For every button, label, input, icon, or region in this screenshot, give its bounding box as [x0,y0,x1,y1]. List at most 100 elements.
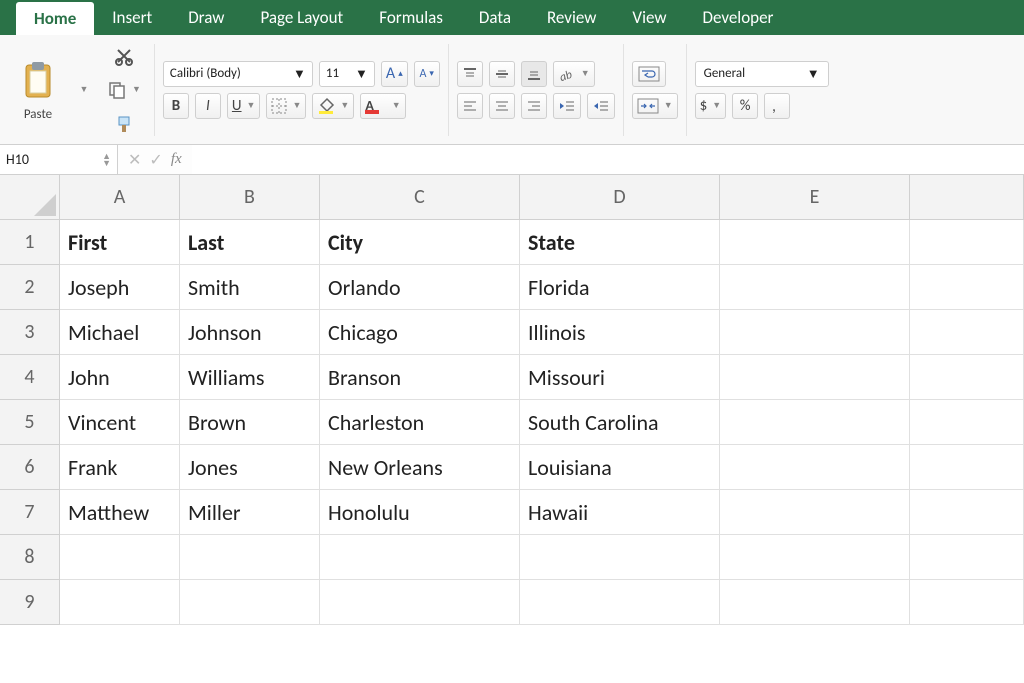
row-header[interactable]: 7 [0,490,60,535]
col-header-a[interactable]: A [60,175,180,220]
cell[interactable]: Missouri [520,355,720,400]
cell[interactable]: Honolulu [320,490,520,535]
col-header-e[interactable]: E [720,175,910,220]
cell[interactable]: Orlando [320,265,520,310]
cell[interactable] [180,535,320,580]
fill-color-button[interactable]: ▼ [312,93,354,119]
cell[interactable]: Johnson [180,310,320,355]
cell[interactable] [720,535,910,580]
cell[interactable]: Michael [60,310,180,355]
cell[interactable]: Chicago [320,310,520,355]
tab-formulas[interactable]: Formulas [361,0,461,35]
cell[interactable]: Louisiana [520,445,720,490]
cell[interactable] [910,220,1024,265]
cell[interactable] [720,445,910,490]
cell[interactable] [320,535,520,580]
cell[interactable] [520,580,720,625]
cell[interactable]: Vincent [60,400,180,445]
row-header[interactable]: 6 [0,445,60,490]
align-right-button[interactable] [521,93,547,119]
name-box[interactable]: H10 ▲▼ [0,145,118,174]
cell[interactable] [910,310,1024,355]
cell[interactable] [720,220,910,265]
spreadsheet-grid[interactable]: A B C D E 1 First Last City State 2 Jose… [0,175,1024,625]
align-center-button[interactable] [489,93,515,119]
cell[interactable]: Frank [60,445,180,490]
cell[interactable] [720,265,910,310]
cell[interactable] [720,400,910,445]
cell[interactable] [910,265,1024,310]
italic-button[interactable]: I [195,93,221,119]
cell[interactable] [180,580,320,625]
cell[interactable]: Joseph [60,265,180,310]
format-painter-button[interactable] [102,111,146,137]
row-header[interactable]: 9 [0,580,60,625]
cell[interactable]: Williams [180,355,320,400]
tab-data[interactable]: Data [461,0,529,35]
cell[interactable] [60,535,180,580]
fx-icon[interactable]: fx [171,151,182,168]
row-header[interactable]: 4 [0,355,60,400]
col-header-d[interactable]: D [520,175,720,220]
cut-button[interactable] [102,43,146,69]
cell[interactable] [720,355,910,400]
cell[interactable]: Miller [180,490,320,535]
cell[interactable]: Jones [180,445,320,490]
col-header-b[interactable]: B [180,175,320,220]
comma-style-button[interactable]: , [764,93,790,119]
percent-button[interactable]: % [732,93,758,119]
cell[interactable]: Hawaii [520,490,720,535]
row-header[interactable]: 1 [0,220,60,265]
cell[interactable] [60,580,180,625]
col-header-c[interactable]: C [320,175,520,220]
tab-review[interactable]: Review [529,0,614,35]
copy-button[interactable]: ▼ [102,77,146,103]
paste-dropdown[interactable]: ▼ [70,77,96,103]
font-color-button[interactable]: A ▼ [360,93,405,119]
name-box-stepper[interactable]: ▲▼ [102,153,111,167]
orientation-button[interactable]: ab ▼ [553,61,595,87]
font-name-select[interactable]: Calibri (Body) ▼ [163,61,313,87]
cell[interactable]: John [60,355,180,400]
cell[interactable] [910,580,1024,625]
cell[interactable] [720,310,910,355]
tab-view[interactable]: View [614,0,684,35]
decrease-indent-button[interactable] [553,93,581,119]
align-bottom-button[interactable] [521,61,547,87]
cell[interactable]: Branson [320,355,520,400]
increase-indent-button[interactable] [587,93,615,119]
cell[interactable] [910,355,1024,400]
borders-button[interactable]: ▼ [266,93,306,119]
align-left-button[interactable] [457,93,483,119]
bold-button[interactable]: B [163,93,189,119]
merge-cells-button[interactable]: ▼ [632,93,678,119]
row-header[interactable]: 5 [0,400,60,445]
underline-button[interactable]: U▼ [227,93,261,119]
cell[interactable]: State [520,220,720,265]
cell[interactable] [520,535,720,580]
cancel-formula-button[interactable]: ✕ [128,150,141,170]
paste-button[interactable]: Paste [12,57,64,122]
row-header[interactable]: 3 [0,310,60,355]
number-format-select[interactable]: General ▼ [695,61,829,87]
cell[interactable]: Brown [180,400,320,445]
cell[interactable] [910,400,1024,445]
wrap-text-button[interactable] [632,61,666,87]
formula-input[interactable] [192,145,1024,174]
cell[interactable] [910,445,1024,490]
font-size-select[interactable]: 11 ▼ [319,61,375,87]
tab-home[interactable]: Home [16,2,94,35]
row-header[interactable]: 8 [0,535,60,580]
cell[interactable]: Matthew [60,490,180,535]
row-header[interactable]: 2 [0,265,60,310]
cell[interactable]: First [60,220,180,265]
increase-font-button[interactable]: A▴ [381,61,408,87]
cell[interactable]: New Orleans [320,445,520,490]
tab-insert[interactable]: Insert [94,0,170,35]
cell[interactable] [320,580,520,625]
cell[interactable]: Florida [520,265,720,310]
cell[interactable] [720,490,910,535]
cell[interactable]: Last [180,220,320,265]
col-header-f[interactable] [910,175,1024,220]
cell[interactable]: Illinois [520,310,720,355]
